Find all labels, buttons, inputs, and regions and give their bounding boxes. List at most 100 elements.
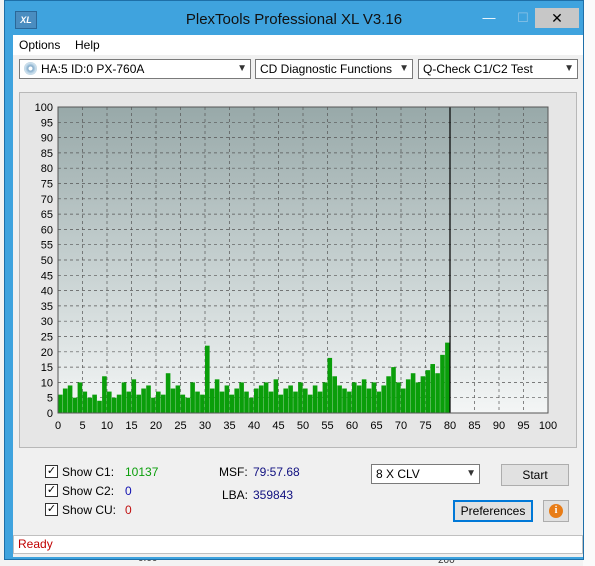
c1-bar [151,397,156,413]
x-tick-label: 95 [517,420,529,432]
c1-bar [332,376,337,413]
drive-select[interactable]: HA:5 ID:0 PX-760A ▼ [19,59,251,79]
x-tick-label: 75 [419,420,431,432]
c1-bar [273,379,279,413]
c1-bar [209,388,215,413]
x-tick-labels: 0 5 10 15 20 25 30 35 40 45 50 55 60 65 70 75 80 85 90 95 10… [55,420,557,432]
c1-bar [249,397,254,413]
chevron-down-icon: ▼ [399,63,409,74]
y-tick-label: 95 [41,117,53,129]
c1-bar [371,382,377,413]
c1-bar [141,388,146,413]
show-cu-checkbox[interactable]: ✓ [45,503,58,516]
c1-bar [131,379,137,413]
c2-count: 0 [125,484,132,498]
y-tick-label: 15 [41,362,53,374]
x-tick-label: 65 [370,420,382,432]
c1-bar [420,376,426,413]
c1-bar [205,345,210,413]
c1-bar [337,385,342,413]
c1-bar [254,388,259,413]
chevron-down-icon: ▼ [237,63,247,74]
c1-bar [72,397,78,413]
title-bar[interactable]: XL PlexTools Professional XL V3.16 — ☐ ✕ [5,1,583,35]
x-tick-label: 45 [272,420,284,432]
c1-bar [342,388,347,413]
c1-bar [175,385,181,413]
c1-bar [386,376,391,413]
speed-select-value: 8 X CLV [376,467,420,481]
c1-bar [156,391,161,413]
desktop-backdrop-right [583,0,595,566]
c1-bar [293,391,298,413]
menu-bar: Options Help [13,35,583,55]
status-bar: Ready [13,535,583,554]
x-tick-label: 90 [493,420,505,432]
show-c1-checkbox[interactable]: ✓ [45,465,58,478]
c1-bar [425,370,431,413]
preferences-button[interactable]: Preferences [453,500,533,522]
c1-bar [288,385,293,413]
lba-label: LBA: [222,488,249,502]
msf-label: MSF: [219,465,248,479]
c1-bar [391,367,396,413]
y-tick-label: 50 [41,255,53,267]
c1-bar [327,357,333,413]
c1-bar [381,385,386,413]
status-text: Ready [18,537,53,551]
show-c2-label: Show C2: [62,484,115,498]
c1-count: 10137 [125,465,159,479]
function-select[interactable]: CD Diagnostic Functions ▼ [255,59,413,79]
show-c2-checkbox[interactable]: ✓ [45,484,58,497]
c1-bar [244,391,249,413]
c1-bar [401,388,406,413]
y-tick-label: 0 [47,408,53,420]
menu-help[interactable]: Help [75,38,100,52]
c1-bar [67,385,73,413]
c1-bar [170,388,176,413]
c1-bar [190,382,195,413]
c1-bar [440,354,445,413]
c1-bar [317,391,323,413]
disc-icon [24,62,37,75]
test-select[interactable]: Q-Check C1/C2 Test ▼ [418,59,578,79]
x-tick-label: 60 [346,420,358,432]
c1-bar [268,391,274,413]
c1-bar [102,376,107,413]
function-select-value: CD Diagnostic Functions [260,62,393,76]
y-tick-label: 45 [41,270,53,282]
c1-bar [234,388,239,413]
info-button[interactable]: i [543,500,569,522]
y-tick-label: 35 [41,301,53,313]
y-tick-label: 30 [41,316,53,328]
c1-bar [185,397,190,413]
menu-options[interactable]: Options [19,38,60,52]
x-tick-label: 70 [395,420,407,432]
lba-value: 359843 [253,488,294,502]
c1-bar [258,385,264,413]
c1-bar [82,391,88,413]
maximize-button[interactable]: ☐ [509,8,537,28]
c1-bar [87,397,92,413]
start-button[interactable]: Start [501,464,569,486]
show-c1-label: Show C1: [62,465,115,479]
close-button[interactable]: ✕ [535,8,579,28]
x-tick-label: 80 [444,420,456,432]
c1-bar [410,373,416,413]
y-tick-label: 90 [41,133,53,145]
c1-c2-chart: 0510152025303540455055606570758085909510… [35,102,558,432]
y-tick-label: 75 [41,179,53,191]
info-icon: i [549,504,563,518]
c1-bar [116,394,122,413]
c1-bar [415,382,421,413]
c1-bar [180,394,186,413]
speed-select[interactable]: 8 X CLV ▼ [371,464,480,484]
y-tick-label: 65 [41,209,53,221]
minimize-button[interactable]: — [475,8,503,28]
chevron-down-icon: ▼ [466,468,476,479]
c1-bar [298,382,303,413]
y-tick-label: 60 [41,224,53,236]
c1-bar [430,364,435,413]
c1-bar [396,382,401,413]
msf-value: 79:57.68 [253,465,300,479]
